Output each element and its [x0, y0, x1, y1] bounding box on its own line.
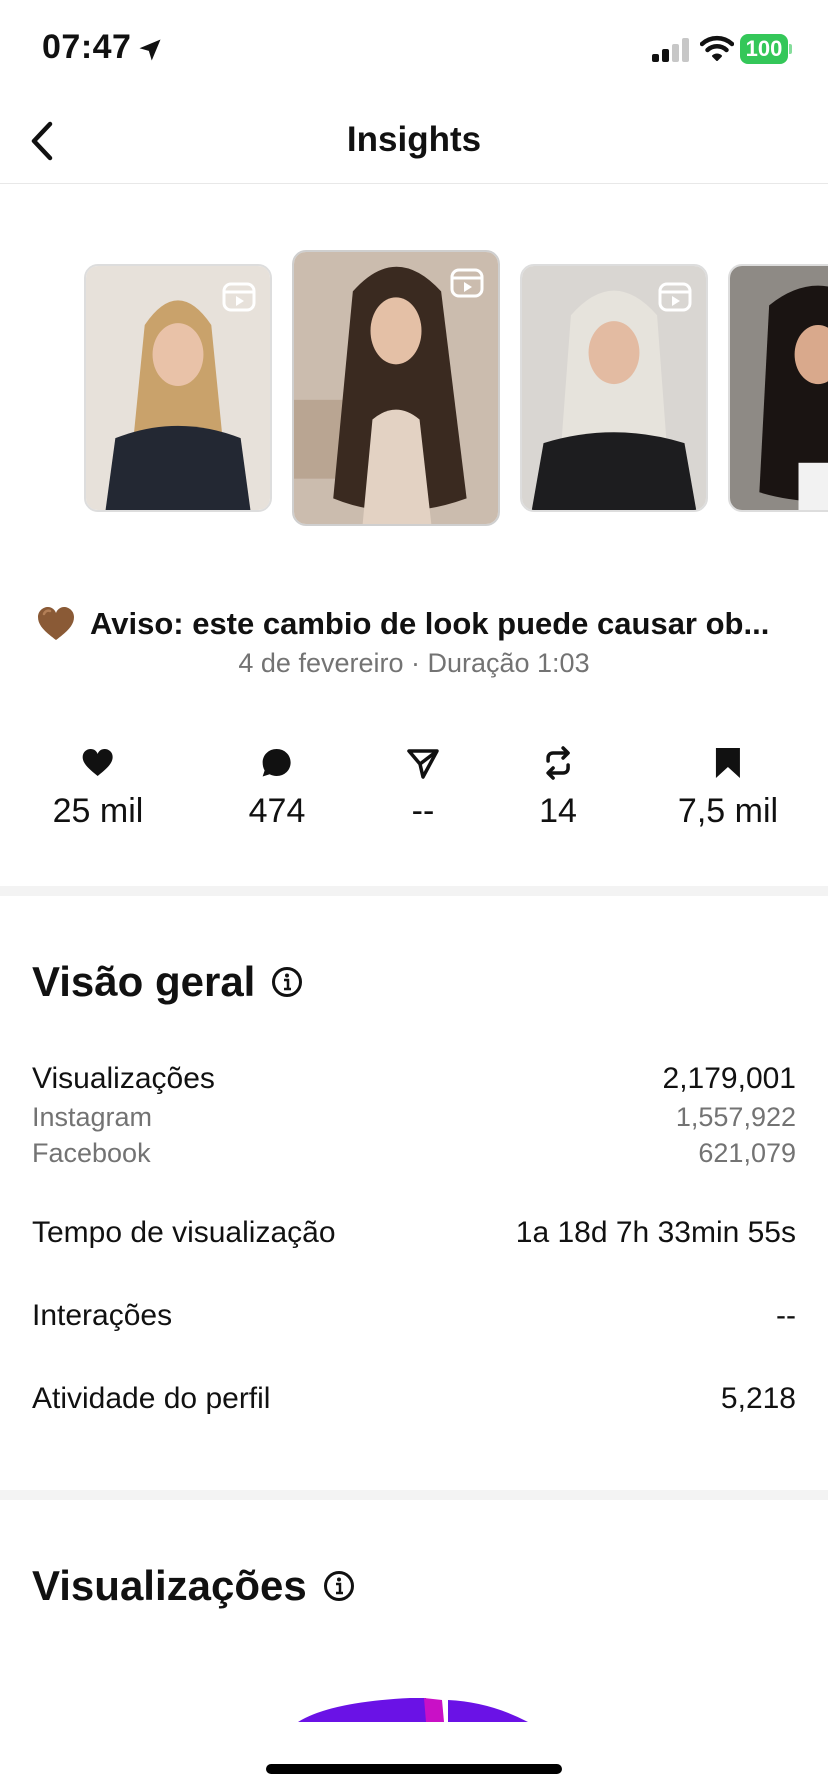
reel-thumb-1[interactable]: [84, 264, 272, 512]
reel-icon: [658, 282, 692, 312]
bookmark-icon: [715, 748, 740, 778]
location-arrow-icon: [139, 39, 161, 61]
battery-cap: [789, 44, 792, 54]
views-metric-row: Visualizações 2,179,001: [32, 1062, 796, 1096]
watch-time-value: 1a 18d 7h 33min 55s: [515, 1216, 796, 1249]
wifi-icon: [700, 35, 734, 61]
reel-icon: [222, 282, 256, 312]
profile-activity-label: Atividade do perfil: [32, 1382, 271, 1415]
heart-icon: [82, 749, 113, 776]
reel-thumb-3[interactable]: [520, 264, 708, 512]
profile-activity-value: 5,218: [720, 1382, 796, 1415]
battery-level: 100: [740, 34, 788, 64]
facebook-views-row: Facebook 621,079: [32, 1138, 796, 1169]
likes-stat[interactable]: 25 mil: [52, 746, 144, 831]
overview-title-text: Visão geral: [32, 958, 256, 1005]
views-title-text: Visualizações: [32, 1562, 307, 1609]
profile-activity-row[interactable]: Atividade do perfil 5,218: [32, 1382, 796, 1416]
section-divider: [0, 1490, 828, 1500]
comments-stat[interactable]: 474: [248, 746, 306, 831]
views-section-title: Visualizações: [32, 1562, 355, 1610]
donut-segment-separator: [424, 1698, 444, 1722]
post-meta: 4 de fevereiro · Duração 1:03: [238, 648, 590, 678]
post-caption-row: Aviso: este cambio de look puede causar …: [36, 600, 796, 648]
donut-segment-facebook: [448, 1700, 528, 1722]
saves-count: 7,5 mil: [677, 792, 779, 830]
instagram-label: Instagram: [32, 1102, 153, 1132]
reel-thumb-image: [730, 266, 828, 510]
donut-segment-instagram: [298, 1698, 426, 1722]
instagram-views-row: Instagram 1,557,922: [32, 1102, 796, 1133]
overview-section-title: Visão geral: [32, 958, 303, 1006]
likes-count: 25 mil: [52, 792, 144, 830]
repost-icon: [546, 746, 570, 780]
interactions-row[interactable]: Interações --: [32, 1299, 796, 1333]
views-value: 2,179,001: [662, 1062, 796, 1095]
reposts-count: 14: [539, 792, 577, 830]
facebook-value: 621,079: [698, 1138, 796, 1168]
reel-thumb-2[interactable]: [292, 250, 500, 526]
engagement-stats: 25 mil 474 -- 14 7,5 mil: [0, 746, 828, 846]
nav-header: Insights: [0, 100, 828, 184]
facebook-label: Facebook: [32, 1138, 151, 1168]
reposts-stat[interactable]: 14: [539, 746, 577, 831]
views-donut-chart: [298, 1698, 528, 1722]
page-title: Insights: [346, 120, 482, 159]
interactions-label: Interações: [32, 1299, 173, 1332]
info-icon[interactable]: [271, 966, 303, 998]
instagram-value: 1,557,922: [675, 1102, 796, 1132]
reel-carousel[interactable]: [0, 248, 828, 528]
interactions-value: --: [776, 1299, 796, 1332]
watch-time-row: Tempo de visualização 1a 18d 7h 33min 55…: [32, 1216, 796, 1250]
brown-heart-icon: [38, 607, 74, 640]
shares-count: --: [411, 792, 435, 830]
watch-time-label: Tempo de visualização: [32, 1216, 336, 1249]
cellular-signal-icon: [652, 38, 689, 62]
share-icon: [407, 749, 439, 779]
info-icon[interactable]: [323, 1570, 355, 1602]
shares-stat[interactable]: --: [406, 746, 440, 831]
comment-icon: [262, 749, 291, 777]
home-indicator: [266, 1764, 562, 1774]
status-bar: 07:47 100: [0, 0, 828, 100]
views-label: Visualizações: [32, 1062, 215, 1095]
comments-count: 474: [248, 792, 306, 830]
saves-stat[interactable]: 7,5 mil: [678, 746, 778, 831]
status-time: 07:47: [42, 28, 132, 66]
reel-thumb-4[interactable]: [728, 264, 828, 512]
post-caption: Aviso: este cambio de look puede causar …: [90, 606, 770, 641]
battery-indicator: 100: [740, 34, 792, 64]
section-divider: [0, 886, 828, 896]
reel-icon: [450, 268, 484, 298]
